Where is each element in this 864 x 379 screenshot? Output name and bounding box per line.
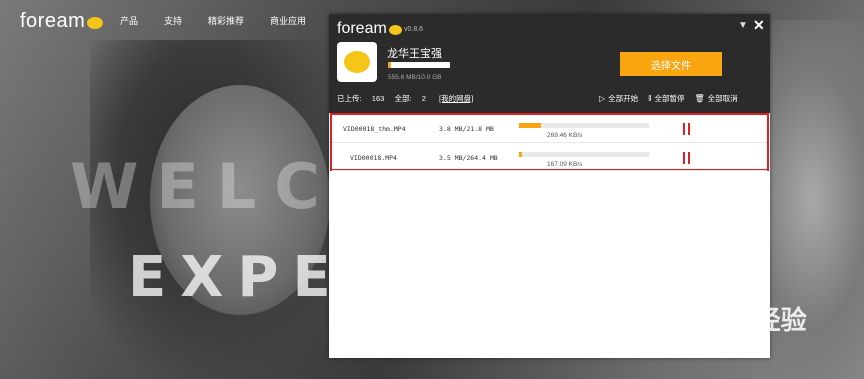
nav-item-business[interactable]: 商业应用 xyxy=(270,14,306,27)
hero-text-line2: EXPE xyxy=(128,245,345,310)
watermark-url: jingyan.baidu.com xyxy=(665,336,746,347)
file-size: 3.8 MB/21.8 MB xyxy=(439,125,494,133)
egg-logo-icon xyxy=(388,25,402,35)
avatar xyxy=(337,42,377,82)
nav-item-support[interactable]: 支持 xyxy=(164,14,182,27)
start-all-label: 全部开始 xyxy=(608,94,639,103)
user-name: 龙华王宝强 xyxy=(387,48,442,60)
pause-all-label: 全部暂停 xyxy=(654,94,685,103)
storage-usage-bar xyxy=(388,62,450,68)
file-size: 3.5 MB/264.4 MB xyxy=(439,154,498,162)
minimize-icon[interactable]: ▼ xyxy=(738,20,748,31)
my-disk-link[interactable]: [我的网盘] xyxy=(439,93,473,104)
trash-icon: 🗑 xyxy=(694,94,705,103)
storage-usage-text: 555.6 MB/10.0 GB xyxy=(388,74,442,81)
file-name: VID00018_thm.MP4 xyxy=(343,125,406,133)
pause-button[interactable] xyxy=(682,152,692,164)
pause-button[interactable] xyxy=(682,123,692,135)
upload-window-header: foream v0.8.6 ▼ ✕ 龙华王宝强 555.6 MB/10.0 GB… xyxy=(329,14,770,113)
total-label: 全部: xyxy=(394,94,412,103)
watermark-brand: Bai du 经验 xyxy=(668,305,807,335)
nav-item-featured[interactable]: 精彩推荐 xyxy=(208,14,244,27)
site-logo[interactable]: foream xyxy=(20,10,104,33)
start-all-button[interactable]: ▷ 全部开始 xyxy=(599,93,638,104)
upload-row: VID00018.MP4 3.5 MB/264.4 MB 167.09 KB/s xyxy=(332,143,767,171)
play-icon: ▷ xyxy=(599,94,606,103)
upload-progress-fill xyxy=(519,152,522,157)
upload-stats: 已上传: 163 全部: 2 xyxy=(337,93,426,104)
uploaded-label: 已上传: xyxy=(337,94,362,103)
egg-avatar-icon xyxy=(344,51,370,73)
app-logo: foream xyxy=(337,20,402,38)
upload-progress-fill xyxy=(519,123,542,128)
pause-all-button[interactable]: ‖ 全部暂停 xyxy=(648,93,684,104)
storage-usage-fill xyxy=(388,62,392,68)
total-count: 2 xyxy=(421,94,426,103)
app-version: v0.8.6 xyxy=(404,26,424,33)
upload-speed: 167.09 KB/s xyxy=(547,161,583,168)
close-icon[interactable]: ✕ xyxy=(753,17,765,34)
cancel-all-button[interactable]: 🗑 全部取消 xyxy=(694,93,737,104)
file-name: VID00018.MP4 xyxy=(350,154,397,162)
nav-item-products[interactable]: 产品 xyxy=(120,14,138,27)
bulk-actions: ▷ 全部开始 ‖ 全部暂停 🗑 全部取消 xyxy=(599,93,738,104)
site-nav: 产品 支持 精彩推荐 商业应用 xyxy=(120,14,332,27)
egg-logo-icon xyxy=(87,16,104,29)
upload-progress-bar xyxy=(519,152,649,157)
site-logo-text: foream xyxy=(20,10,86,32)
upload-speed: 269.46 KB/s xyxy=(547,132,583,139)
uploaded-count: 163 xyxy=(371,94,385,103)
app-logo-text: foream xyxy=(337,20,387,37)
upload-progress-bar xyxy=(519,123,649,128)
cancel-all-label: 全部取消 xyxy=(707,94,738,103)
upload-list: VID00018_thm.MP4 3.8 MB/21.8 MB 269.46 K… xyxy=(330,113,769,171)
select-file-button[interactable]: 选择文件 xyxy=(620,52,722,76)
pause-icon: ‖ xyxy=(648,94,652,103)
upload-row: VID00018_thm.MP4 3.8 MB/21.8 MB 269.46 K… xyxy=(332,115,767,143)
